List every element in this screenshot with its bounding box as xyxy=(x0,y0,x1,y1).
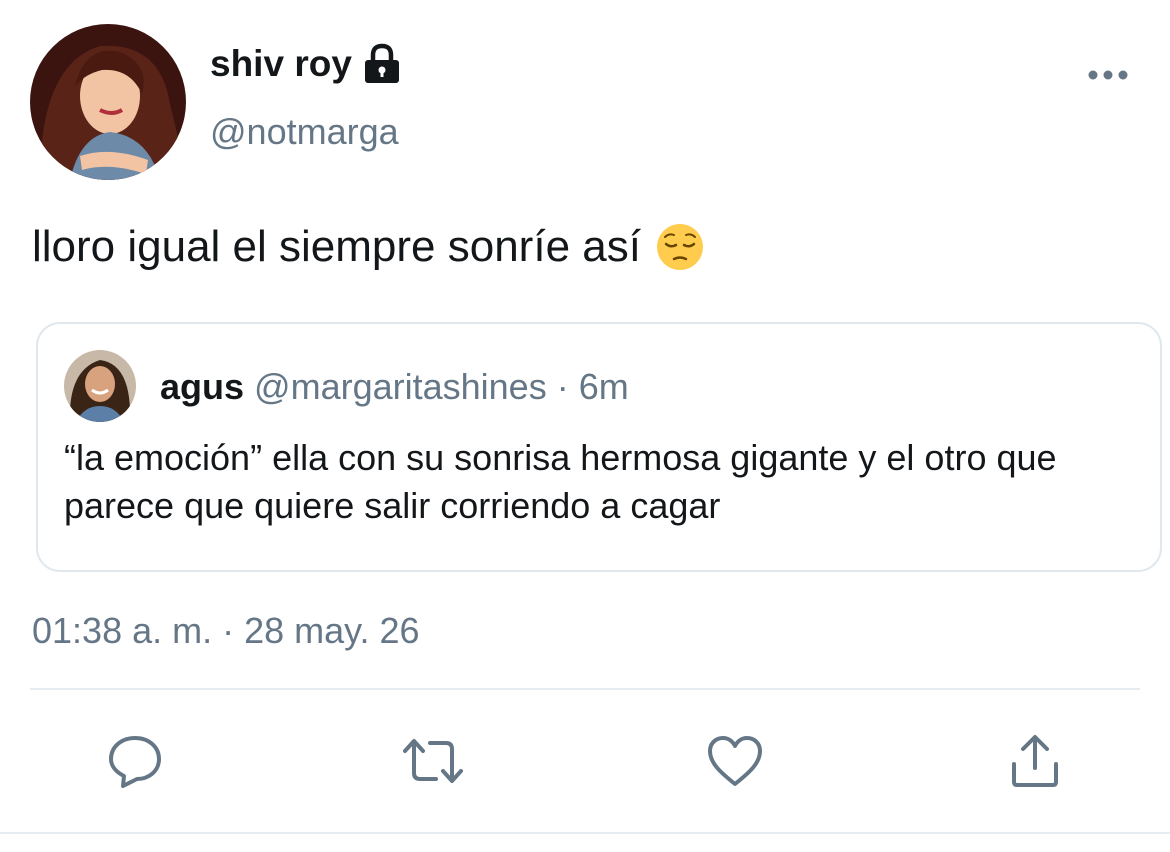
quote-header: agus @margaritashines · 6m xyxy=(160,366,629,408)
quote-time: 6m xyxy=(578,366,629,407)
quote-avatar-photo-icon xyxy=(64,350,136,422)
more-icon xyxy=(1088,70,1128,80)
lock-icon xyxy=(362,43,402,85)
tweet-text-content: lloro igual el siempre sonríe así xyxy=(32,222,641,271)
share-icon xyxy=(1012,735,1058,787)
quote-author-avatar[interactable] xyxy=(64,350,136,422)
avatar-illustration-icon xyxy=(30,24,186,180)
retweet-icon xyxy=(403,739,463,783)
quote-author-name[interactable]: agus xyxy=(160,366,244,407)
more-options-button[interactable] xyxy=(1082,60,1134,90)
author-display-name[interactable]: shiv roy xyxy=(210,43,402,85)
author-handle[interactable]: @notmarga xyxy=(210,111,399,153)
quote-author-handle[interactable]: @margaritashines xyxy=(254,366,547,407)
tweet-text: lloro igual el siempre sonríe así xyxy=(32,222,705,272)
share-button[interactable] xyxy=(1002,728,1068,794)
divider xyxy=(30,688,1140,690)
quote-text: “la emoción” ella con su sonrisa hermosa… xyxy=(64,437,1057,526)
reply-button[interactable] xyxy=(102,728,168,794)
retweet-button[interactable] xyxy=(400,728,466,794)
tweet-timestamp[interactable]: 01:38 a. m. · 28 may. 26 xyxy=(32,610,420,652)
bottom-divider xyxy=(0,832,1170,834)
author-name-text: shiv roy xyxy=(210,43,352,84)
quote-separator: · xyxy=(556,366,569,407)
quoted-tweet-card[interactable]: agus @margaritashines · 6m “la emoción” … xyxy=(36,322,1162,572)
author-avatar[interactable] xyxy=(30,24,186,180)
tweet-action-bar xyxy=(0,728,1170,794)
pensive-face-emoji-icon xyxy=(655,222,705,272)
reply-icon xyxy=(109,736,161,788)
like-button[interactable] xyxy=(702,728,768,794)
like-icon xyxy=(708,736,762,786)
